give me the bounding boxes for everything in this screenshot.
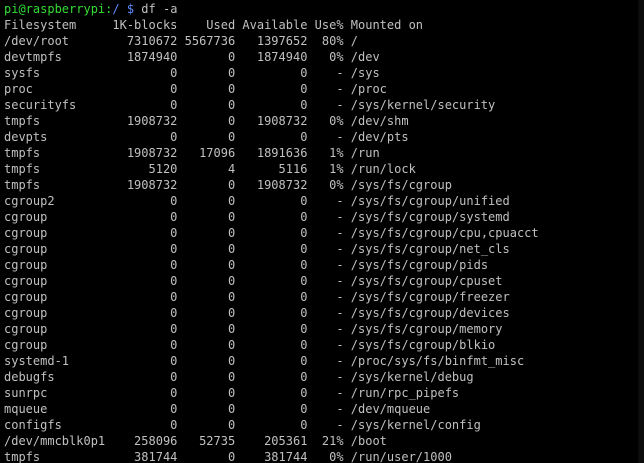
prompt-user-host: pi@raspberrypi (4, 2, 106, 16)
df-row: cgroup 0 0 0 - /sys/fs/cgroup/memory (4, 322, 503, 336)
terminal-scrollbar[interactable] (638, 0, 644, 463)
df-row: /dev/mmcblk0p1 258096 52735 205361 21% /… (4, 434, 387, 448)
df-row: tmpfs 1908732 0 1908732 0% /sys/fs/cgrou… (4, 178, 452, 192)
prompt-line: pi@raspberrypi:/ $ df -a (4, 2, 177, 16)
prompt-command: df -a (134, 2, 178, 16)
df-row: debugfs 0 0 0 - /sys/kernel/debug (4, 370, 474, 384)
df-rows: /dev/root 7310672 5567736 1397652 80% / … (4, 34, 539, 463)
terminal-window[interactable]: pi@raspberrypi:/ $ df -a Filesystem 1K-b… (0, 0, 644, 463)
df-row: cgroup 0 0 0 - /sys/fs/cgroup/cpuset (4, 274, 503, 288)
df-row: tmpfs 1908732 0 1908732 0% /dev/shm (4, 114, 409, 128)
df-row: devtmpfs 1874940 0 1874940 0% /dev (4, 50, 380, 64)
df-row: tmpfs 1908732 17096 1891636 1% /run (4, 146, 380, 160)
df-row: systemd-1 0 0 0 - /proc/sys/fs/binfmt_mi… (4, 354, 525, 368)
df-row: cgroup 0 0 0 - /sys/fs/cgroup/systemd (4, 210, 510, 224)
df-row: devpts 0 0 0 - /dev/pts (4, 130, 409, 144)
df-row: cgroup 0 0 0 - /sys/fs/cgroup/blkio (4, 338, 496, 352)
df-row: cgroup 0 0 0 - /sys/fs/cgroup/devices (4, 306, 510, 320)
df-header: Filesystem 1K-blocks Used Available Use%… (4, 18, 424, 32)
df-row: sunrpc 0 0 0 - /run/rpc_pipefs (4, 386, 460, 400)
df-row: configfs 0 0 0 - /sys/kernel/config (4, 418, 481, 432)
df-row: cgroup 0 0 0 - /sys/fs/cgroup/cpu,cpuacc… (4, 226, 539, 240)
df-row: /dev/root 7310672 5567736 1397652 80% / (4, 34, 359, 48)
df-row: cgroup 0 0 0 - /sys/fs/cgroup/pids (4, 258, 489, 272)
df-row: proc 0 0 0 - /proc (4, 82, 387, 96)
terminal-output: pi@raspberrypi:/ $ df -a Filesystem 1K-b… (4, 1, 644, 463)
df-row: securityfs 0 0 0 - /sys/kernel/security (4, 98, 496, 112)
df-row: mqueue 0 0 0 - /dev/mqueue (4, 402, 431, 416)
df-row: tmpfs 381744 0 381744 0% /run/user/1000 (4, 450, 452, 463)
df-row: cgroup2 0 0 0 - /sys/fs/cgroup/unified (4, 194, 510, 208)
df-row: sysfs 0 0 0 - /sys (4, 66, 380, 80)
df-row: cgroup 0 0 0 - /sys/fs/cgroup/net_cls (4, 242, 510, 256)
prompt-path: / $ (112, 2, 135, 16)
df-row: cgroup 0 0 0 - /sys/fs/cgroup/freezer (4, 290, 510, 304)
df-row: tmpfs 5120 4 5116 1% /run/lock (4, 162, 416, 176)
